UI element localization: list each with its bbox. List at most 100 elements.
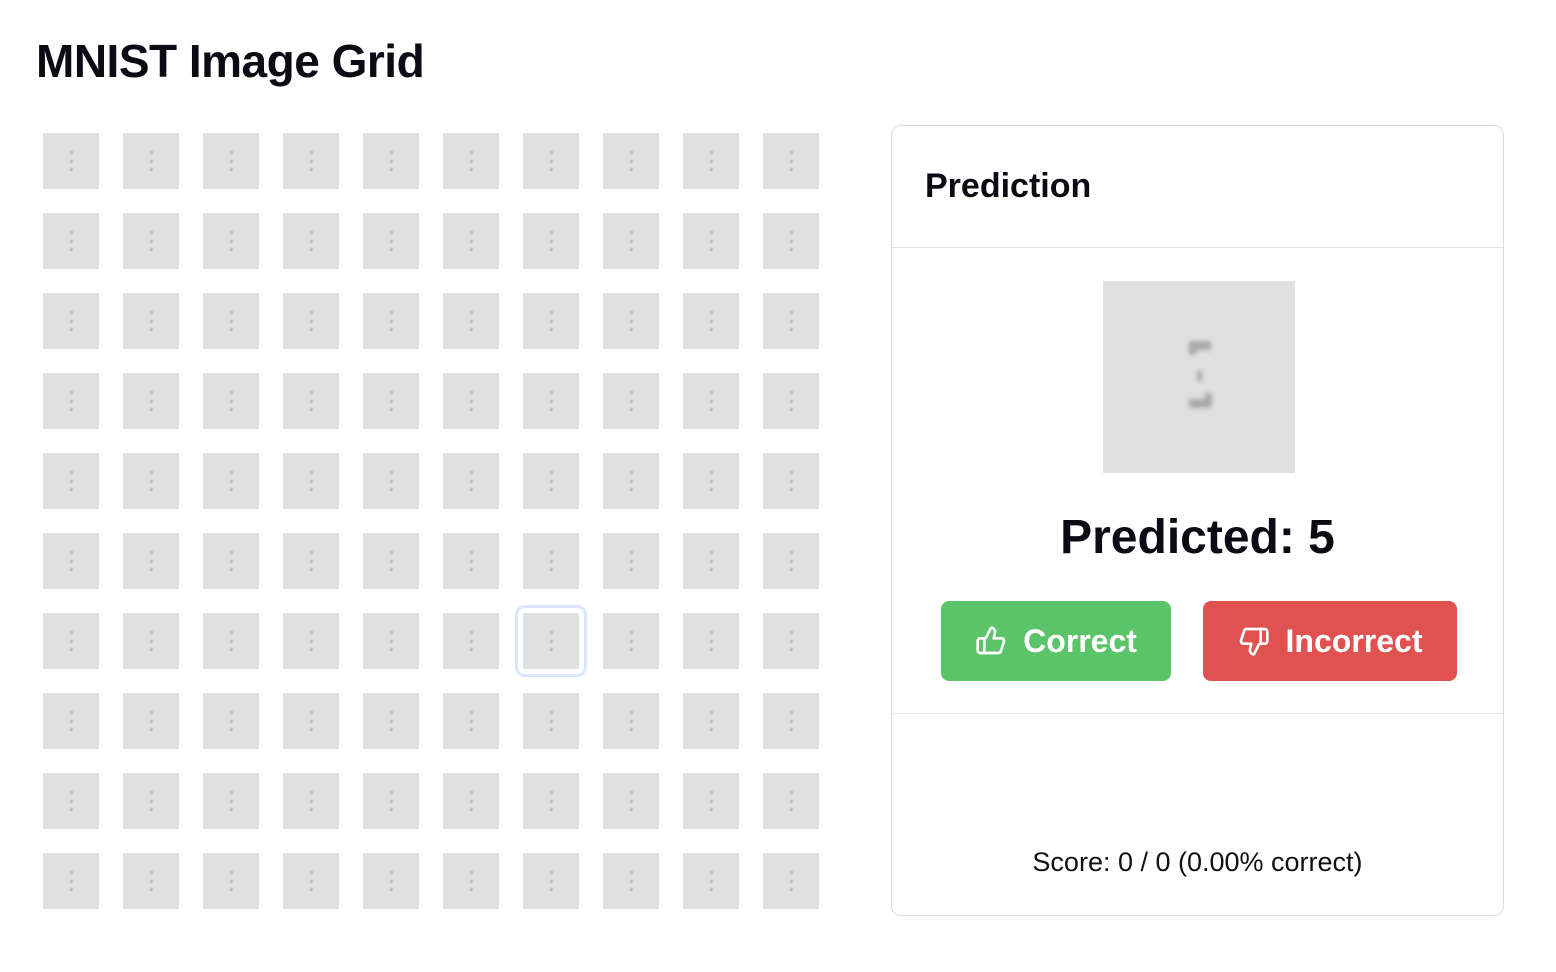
grid-image-cell[interactable] (203, 613, 259, 669)
grid-image-cell[interactable] (203, 773, 259, 829)
grid-image-cell[interactable] (203, 373, 259, 429)
grid-image-cell[interactable] (363, 613, 419, 669)
grid-image-cell[interactable] (203, 853, 259, 909)
grid-image-cell[interactable] (683, 453, 739, 509)
grid-image-cell[interactable] (763, 293, 819, 349)
grid-image-cell[interactable] (523, 133, 579, 189)
grid-image-cell[interactable] (603, 453, 659, 509)
grid-image-cell[interactable] (603, 133, 659, 189)
grid-image-cell[interactable] (763, 853, 819, 909)
grid-image-cell[interactable] (443, 133, 499, 189)
grid-image-cell[interactable] (123, 853, 179, 909)
grid-image-cell[interactable] (363, 853, 419, 909)
grid-image-cell[interactable] (363, 373, 419, 429)
grid-image-cell[interactable] (443, 533, 499, 589)
grid-image-cell[interactable] (283, 293, 339, 349)
grid-image-cell[interactable] (203, 213, 259, 269)
grid-image-cell[interactable] (603, 533, 659, 589)
grid-image-cell[interactable] (515, 605, 587, 677)
grid-image-cell[interactable] (443, 373, 499, 429)
grid-image-cell[interactable] (683, 773, 739, 829)
grid-image-cell[interactable] (443, 293, 499, 349)
grid-image-cell[interactable] (43, 213, 99, 269)
grid-image-cell[interactable] (603, 293, 659, 349)
grid-image-cell[interactable] (763, 373, 819, 429)
grid-image-cell[interactable] (43, 853, 99, 909)
grid-image-cell[interactable] (43, 533, 99, 589)
grid-image-cell[interactable] (283, 533, 339, 589)
grid-image-cell[interactable] (523, 293, 579, 349)
grid-image-cell[interactable] (283, 853, 339, 909)
grid-image-cell[interactable] (363, 693, 419, 749)
grid-image-cell[interactable] (443, 853, 499, 909)
grid-image-cell[interactable] (123, 213, 179, 269)
grid-image-cell[interactable] (203, 453, 259, 509)
grid-image-cell[interactable] (523, 853, 579, 909)
grid-image-cell[interactable] (43, 453, 99, 509)
grid-image-cell[interactable] (283, 373, 339, 429)
grid-image-cell[interactable] (763, 693, 819, 749)
grid-image-cell[interactable] (123, 613, 179, 669)
grid-image-cell[interactable] (123, 293, 179, 349)
grid-image-cell[interactable] (363, 293, 419, 349)
grid-image-cell[interactable] (43, 293, 99, 349)
grid-image-cell[interactable] (683, 613, 739, 669)
grid-image-cell[interactable] (43, 773, 99, 829)
grid-image-cell[interactable] (603, 773, 659, 829)
grid-image-cell[interactable] (123, 693, 179, 749)
grid-image-cell[interactable] (603, 373, 659, 429)
grid-image-cell[interactable] (203, 693, 259, 749)
correct-button[interactable]: Correct (941, 601, 1171, 681)
grid-image-cell[interactable] (683, 853, 739, 909)
grid-image-cell[interactable] (443, 773, 499, 829)
grid-image-cell[interactable] (763, 533, 819, 589)
grid-image-cell[interactable] (123, 773, 179, 829)
grid-image-cell[interactable] (283, 453, 339, 509)
grid-image-cell[interactable] (443, 693, 499, 749)
grid-image-cell[interactable] (363, 133, 419, 189)
grid-image-cell[interactable] (123, 133, 179, 189)
grid-image-cell[interactable] (43, 693, 99, 749)
grid-image-cell[interactable] (763, 453, 819, 509)
grid-image-cell[interactable] (763, 213, 819, 269)
grid-image-cell[interactable] (283, 773, 339, 829)
grid-image-cell[interactable] (603, 693, 659, 749)
grid-image-cell[interactable] (123, 453, 179, 509)
grid-image-cell[interactable] (203, 533, 259, 589)
grid-image-cell[interactable] (443, 613, 499, 669)
grid-image-cell[interactable] (123, 373, 179, 429)
incorrect-button[interactable]: Incorrect (1203, 601, 1457, 681)
grid-image-cell[interactable] (363, 533, 419, 589)
grid-image-cell[interactable] (683, 213, 739, 269)
grid-image-cell[interactable] (443, 213, 499, 269)
grid-image-cell[interactable] (43, 613, 99, 669)
grid-image-cell[interactable] (203, 133, 259, 189)
grid-image-cell[interactable] (443, 453, 499, 509)
grid-image-cell[interactable] (203, 293, 259, 349)
grid-image-cell[interactable] (523, 533, 579, 589)
grid-image-cell[interactable] (283, 213, 339, 269)
grid-image-cell[interactable] (763, 773, 819, 829)
grid-image-cell[interactable] (523, 693, 579, 749)
grid-image-cell[interactable] (683, 373, 739, 429)
grid-image-cell[interactable] (283, 613, 339, 669)
grid-image-cell[interactable] (683, 133, 739, 189)
grid-image-cell[interactable] (283, 133, 339, 189)
grid-image-cell[interactable] (283, 693, 339, 749)
grid-image-cell[interactable] (523, 773, 579, 829)
grid-image-cell[interactable] (683, 693, 739, 749)
grid-image-cell[interactable] (683, 293, 739, 349)
grid-image-cell[interactable] (603, 853, 659, 909)
grid-image-cell[interactable] (523, 373, 579, 429)
grid-image-cell[interactable] (123, 533, 179, 589)
grid-image-cell[interactable] (363, 453, 419, 509)
grid-image-cell[interactable] (43, 133, 99, 189)
grid-image-cell[interactable] (363, 773, 419, 829)
grid-image-cell[interactable] (43, 373, 99, 429)
grid-image-cell[interactable] (683, 533, 739, 589)
grid-image-cell[interactable] (523, 213, 579, 269)
grid-image-cell[interactable] (603, 613, 659, 669)
grid-image-cell[interactable] (363, 213, 419, 269)
grid-image-cell[interactable] (763, 133, 819, 189)
grid-image-cell[interactable] (523, 453, 579, 509)
